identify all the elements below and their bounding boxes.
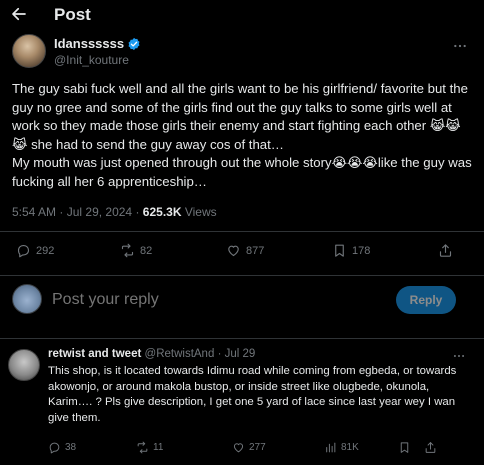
- repost-icon: [137, 441, 148, 454]
- like-count: 877: [246, 244, 265, 257]
- reply-action-bar: 38 11 277 81K: [48, 441, 468, 455]
- post-text: The guy sabi fuck well and all the girls…: [12, 81, 472, 189]
- author-handle[interactable]: @Init_kouture: [54, 53, 129, 67]
- reply-separator: ·: [217, 348, 222, 360]
- views-count: 625.3K: [142, 205, 182, 219]
- reply-repost-action[interactable]: 11: [136, 441, 163, 454]
- reply-action[interactable]: 292: [16, 243, 54, 258]
- reply-author-name[interactable]: retwist and tweet: [48, 348, 141, 360]
- post-time[interactable]: 5:54 AM: [12, 205, 56, 219]
- heart-icon: [233, 443, 244, 453]
- reply-views-action[interactable]: 81K: [324, 441, 359, 454]
- repost-icon: [121, 243, 134, 258]
- share-icon[interactable]: [438, 243, 453, 258]
- reply-more-options-icon[interactable]: [452, 349, 466, 363]
- meta-separator: ·: [135, 205, 143, 219]
- reply-header: retwist and tweet @RetwistAnd · Jul 29: [48, 348, 255, 360]
- reply-composer: Reply: [0, 276, 484, 332]
- repost-count: 82: [140, 244, 153, 257]
- author-name-row: Idanssssss: [54, 36, 141, 51]
- top-bar: Post: [0, 0, 484, 30]
- reply-button[interactable]: Reply: [396, 286, 456, 314]
- reply-count: 292: [36, 244, 55, 257]
- back-arrow-icon[interactable]: [10, 5, 28, 23]
- repost-action[interactable]: 82: [120, 243, 152, 258]
- reply-author-handle[interactable]: @RetwistAnd: [145, 348, 215, 360]
- author-avatar[interactable]: [12, 34, 46, 68]
- bookmark-action[interactable]: 178: [332, 243, 370, 258]
- reply-like-action[interactable]: 277: [232, 441, 266, 454]
- reply-author-avatar[interactable]: [8, 349, 40, 381]
- bookmark-icon[interactable]: [398, 441, 411, 454]
- bookmark-count: 178: [352, 244, 371, 257]
- reply-time[interactable]: Jul 29: [225, 348, 256, 360]
- reply-input[interactable]: [52, 291, 372, 309]
- views-label: Views: [184, 205, 217, 219]
- reply-text: This shop, is it located towards Idimu r…: [48, 365, 457, 425]
- post-meta: 5:54 AM · Jul 29, 2024 · 625.3K Views: [12, 205, 217, 219]
- more-options-icon[interactable]: [452, 38, 468, 54]
- post-date[interactable]: Jul 29, 2024: [67, 205, 132, 219]
- heart-icon: [228, 245, 239, 257]
- share-icon[interactable]: [424, 441, 437, 454]
- post-action-bar: 292 82 877 178: [12, 243, 472, 263]
- reply-views-count: 81K: [341, 442, 359, 453]
- bookmark-icon: [335, 244, 344, 257]
- divider: [0, 338, 484, 339]
- reply-like-count: 277: [249, 442, 266, 453]
- meta-separator: ·: [59, 205, 67, 219]
- reply-icon: [49, 442, 60, 454]
- author-display-name[interactable]: Idanssssss: [54, 36, 124, 51]
- verified-badge-icon: [128, 37, 140, 50]
- current-user-avatar[interactable]: [12, 284, 42, 314]
- reply-repost-count: 11: [153, 442, 164, 453]
- divider: [0, 231, 484, 232]
- reply-icon: [17, 244, 30, 258]
- like-action[interactable]: 877: [226, 243, 264, 258]
- reply-reply-count: 38: [65, 442, 77, 453]
- post-author: Idanssssss @Init_kouture: [12, 34, 472, 70]
- views-chart-icon: [326, 442, 336, 453]
- reply-reply-action[interactable]: 38: [48, 441, 76, 454]
- page-title: Post: [54, 5, 91, 24]
